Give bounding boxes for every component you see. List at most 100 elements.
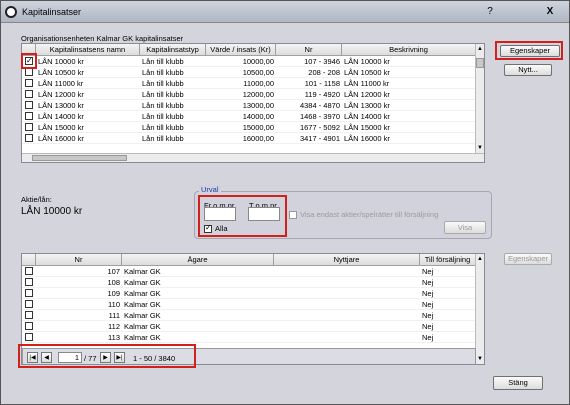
new-button[interactable]: Nytt... <box>504 64 552 76</box>
table-cell: Lån till klubb <box>142 123 184 132</box>
table-cell: Kalmar GK <box>124 267 161 276</box>
table-cell: LÅN 13000 kr <box>344 101 390 110</box>
capital-grid-rows: LÅN 10000 kr Lån till klubb 10000,00 107 - … <box>22 56 484 144</box>
table-cell: 101 - 1158 <box>304 79 340 88</box>
row-checkbox[interactable] <box>25 134 33 142</box>
column-header[interactable]: Ägare <box>122 254 274 265</box>
row-checkbox[interactable] <box>25 289 33 297</box>
table-cell: 107 <box>107 267 120 276</box>
select-cell[interactable] <box>22 332 36 342</box>
table-cell: 119 - 4920 <box>304 90 340 99</box>
selection-label: Aktie/lån: <box>21 195 52 204</box>
select-cell[interactable] <box>22 310 36 320</box>
column-header[interactable]: Nr <box>36 254 122 265</box>
table-cell: 113 <box>108 333 120 342</box>
show-button[interactable]: Visa <box>444 221 486 234</box>
shares-grid-rows: 107 Kalmar GK Nej 108 Kalmar GK Nej 109 Kalmar … <box>22 266 484 343</box>
table-row[interactable]: 110 Kalmar GK Nej <box>22 299 484 310</box>
table-cell <box>274 288 420 298</box>
row-checkbox[interactable] <box>25 300 33 308</box>
row-checkbox[interactable] <box>25 79 33 87</box>
column-header[interactable]: Värde / insats (Kr) <box>206 44 276 55</box>
row-checkbox[interactable] <box>25 278 33 286</box>
table-cell <box>274 310 420 320</box>
row-checkbox[interactable] <box>25 68 33 76</box>
row-checkbox[interactable] <box>25 101 33 109</box>
select-cell[interactable] <box>22 277 36 287</box>
table-row[interactable]: LÅN 10000 kr Lån till klubb 10000,00 107 - … <box>22 56 484 67</box>
capital-grid-vscroll[interactable]: ▲ ▼ <box>475 44 484 153</box>
scroll-up-icon[interactable]: ▲ <box>476 45 484 53</box>
select-cell[interactable] <box>22 266 36 276</box>
table-cell: LÅN 10000 kr <box>38 57 84 66</box>
table-cell <box>274 266 420 276</box>
filter-legend: Urval <box>199 185 221 194</box>
table-cell: Kalmar GK <box>124 278 161 287</box>
table-row[interactable]: 109 Kalmar GK Nej <box>22 288 484 299</box>
table-row[interactable]: LÅN 14000 kr Lån till klubb 14000,00 1468 -… <box>22 111 484 122</box>
row-checkbox[interactable] <box>25 322 33 330</box>
table-cell: Nej <box>422 289 434 298</box>
table-cell: LÅN 15000 kr <box>38 123 84 132</box>
highlight-pager <box>18 344 196 368</box>
column-header[interactable]: Nr <box>276 44 342 55</box>
column-header[interactable]: Kapitalinsatstyp <box>140 44 206 55</box>
table-row[interactable]: LÅN 13000 kr Lån till klubb 13000,00 4384 -… <box>22 100 484 111</box>
table-row[interactable]: 107 Kalmar GK Nej <box>22 266 484 277</box>
capital-grid-hscroll[interactable] <box>22 153 484 162</box>
table-cell: LÅN 14000 kr <box>344 112 390 121</box>
row-checkbox[interactable] <box>25 112 33 120</box>
table-row[interactable]: LÅN 16000 kr Lån till klubb 16000,00 3417 -… <box>22 133 484 144</box>
highlight-properties <box>495 41 563 60</box>
column-header[interactable]: Beskrivning <box>342 44 476 55</box>
select-cell[interactable] <box>22 111 36 121</box>
table-row[interactable]: LÅN 12000 kr Lån till klubb 12000,00 119 - … <box>22 89 484 100</box>
column-header[interactable]: Kapitalinsatsens namn <box>36 44 140 55</box>
select-cell[interactable] <box>22 299 36 309</box>
table-cell: Kalmar GK <box>124 322 161 331</box>
table-cell: Kalmar GK <box>124 311 161 320</box>
table-cell: LÅN 10000 kr <box>344 57 390 66</box>
table-row[interactable]: LÅN 15000 kr Lån till klubb 15000,00 1677 -… <box>22 122 484 133</box>
table-cell: LÅN 10500 kr <box>344 68 390 77</box>
capital-grid: Kapitalinsatsens namn Kapitalinsatstyp V… <box>21 43 485 163</box>
for-sale-checkbox[interactable] <box>289 211 297 219</box>
column-header[interactable]: Till försäljning <box>420 254 476 265</box>
select-cell[interactable] <box>22 100 36 110</box>
select-cell[interactable] <box>22 321 36 331</box>
scroll-down-icon[interactable]: ▼ <box>476 355 484 363</box>
table-row[interactable]: LÅN 10500 kr Lån till klubb 10500,00 208 - … <box>22 67 484 78</box>
selection-value: LÅN 10000 kr <box>21 206 83 217</box>
table-cell: 110 <box>108 300 120 309</box>
select-cell[interactable] <box>22 133 36 143</box>
scroll-thumb[interactable] <box>476 58 484 68</box>
table-cell <box>274 277 420 287</box>
close-button[interactable]: Stäng <box>493 376 543 390</box>
table-cell: 111 <box>108 311 120 320</box>
shares-properties-button[interactable]: Egenskaper <box>504 253 552 265</box>
scroll-up-icon[interactable]: ▲ <box>476 255 484 263</box>
scroll-down-icon[interactable]: ▼ <box>476 144 484 152</box>
column-header[interactable]: Nyttjare <box>274 254 420 265</box>
row-checkbox[interactable] <box>25 267 33 275</box>
table-cell: Nej <box>422 278 434 287</box>
table-row[interactable]: 108 Kalmar GK Nej <box>22 277 484 288</box>
row-checkbox[interactable] <box>25 311 33 319</box>
close-window-button[interactable]: X <box>541 5 559 19</box>
row-checkbox[interactable] <box>25 333 33 341</box>
table-row[interactable]: 112 Kalmar GK Nej <box>22 321 484 332</box>
help-button[interactable]: ? <box>483 5 497 19</box>
select-cell[interactable] <box>22 122 36 132</box>
row-checkbox[interactable] <box>25 90 33 98</box>
table-row[interactable]: 113 Kalmar GK Nej <box>22 332 484 343</box>
table-cell: 15000,00 <box>242 123 274 132</box>
select-cell[interactable] <box>22 89 36 99</box>
table-cell: Lån till klubb <box>142 57 184 66</box>
select-cell[interactable] <box>22 78 36 88</box>
select-cell[interactable] <box>22 288 36 298</box>
hscroll-thumb[interactable] <box>32 155 127 161</box>
shares-grid-vscroll[interactable]: ▲ ▼ <box>475 254 484 364</box>
table-row[interactable]: 111 Kalmar GK Nej <box>22 310 484 321</box>
table-row[interactable]: LÅN 11000 kr Lån till klubb 11000,00 101 - … <box>22 78 484 89</box>
row-checkbox[interactable] <box>25 123 33 131</box>
